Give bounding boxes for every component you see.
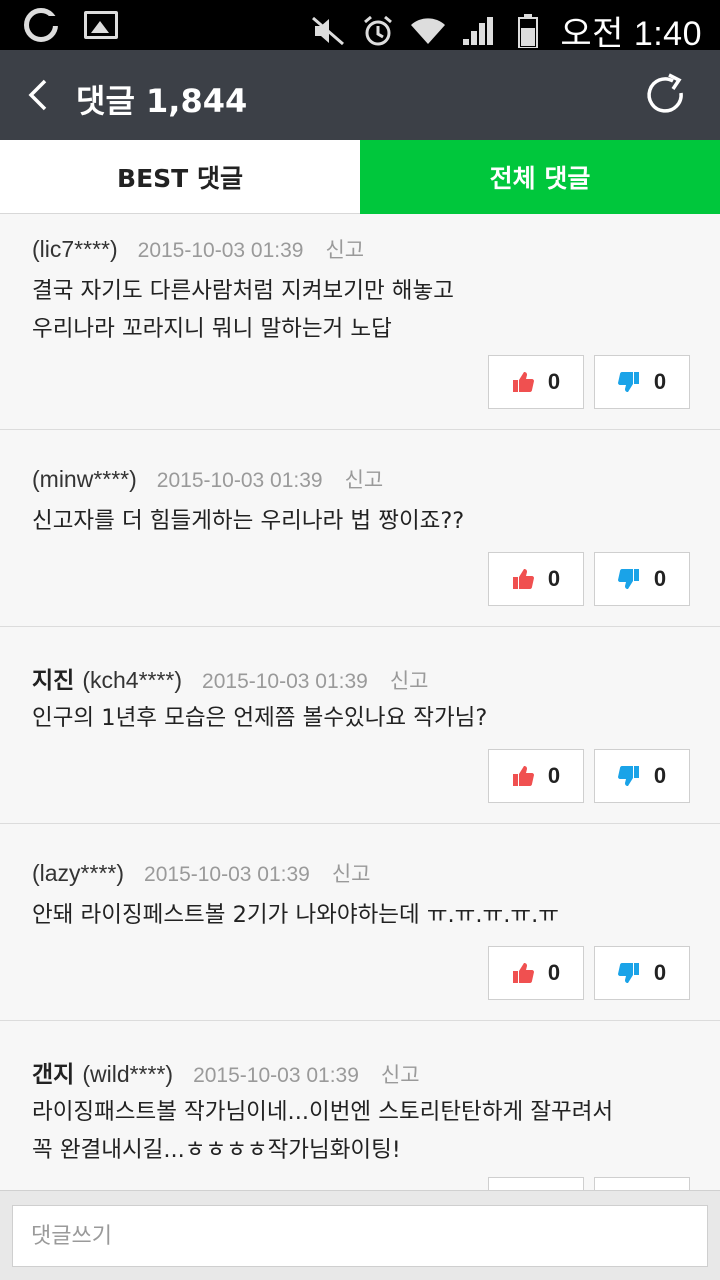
comment-body: 안돼 라이징페스트볼 2기가 나와야하는데 ㅠ.ㅠ.ㅠ.ㅠ.ㅠ: [32, 902, 559, 928]
comment-body: 신고자를 더 힘들게하는 우리나라 법 짱이죠??: [32, 508, 465, 534]
thumbs-down-icon: [617, 963, 639, 983]
thumbs-up-icon: [512, 372, 534, 392]
dislike-button[interactable]: [594, 1177, 690, 1190]
refresh-button[interactable]: [638, 68, 694, 124]
thumbs-down-icon: [617, 766, 639, 786]
comment-nickname: 지진: [32, 668, 75, 694]
dislike-count: 0: [653, 566, 667, 591]
dislike-count: 0: [653, 369, 667, 394]
mute-icon: [310, 13, 346, 49]
comment-item: 갠지 (wild****) 2015-10-03 01:39 신고 라이징패스트…: [0, 1021, 720, 1190]
comment-compose-bar: [0, 1190, 720, 1280]
tab-all-comments[interactable]: 전체 댓글: [360, 140, 720, 214]
comment-date: 2015-10-03 01:39: [193, 1064, 359, 1087]
report-link[interactable]: 신고: [390, 665, 429, 695]
clock: 오전 1:40: [560, 15, 702, 53]
comment-list[interactable]: (lic7****) 2015-10-03 01:39 신고 결국 자기도 다른…: [0, 214, 720, 1190]
notification-o-icon: [24, 8, 59, 42]
comment-date: 2015-10-03 01:39: [144, 863, 310, 886]
dislike-button[interactable]: 0: [594, 552, 690, 606]
wifi-icon: [410, 13, 446, 49]
comment-body: 결국 자기도 다른사람처럼 지켜보기만 해놓고 우리나라 꼬라지니 뭐니 말하는…: [32, 278, 454, 342]
dislike-button[interactable]: 0: [594, 355, 690, 409]
dislike-button[interactable]: 0: [594, 946, 690, 1000]
thumbs-down-icon: [617, 569, 639, 589]
comment-item: 지진 (kch4****) 2015-10-03 01:39 신고 인구의 1년…: [0, 627, 720, 824]
like-count: 0: [547, 763, 561, 788]
battery-icon: [510, 13, 546, 49]
gallery-icon: [84, 11, 118, 39]
like-count: 0: [547, 566, 561, 591]
comment-body: 라이징패스트볼 작가님이네...이번엔 스토리탄탄하게 잘꾸려서 꼭 완결내시길…: [32, 1099, 614, 1163]
comment-date: 2015-10-03 01:39: [137, 239, 304, 262]
comment-user-id: (lazy****): [32, 860, 125, 886]
alarm-icon: [360, 13, 396, 49]
comment-date: 2015-10-03 01:39: [202, 670, 368, 693]
like-button[interactable]: [488, 1177, 584, 1190]
comment-input[interactable]: [12, 1205, 708, 1267]
back-chevron-icon: [28, 79, 47, 111]
comment-item: (minw****) 2015-10-03 01:39 신고 신고자를 더 힘들…: [0, 430, 720, 627]
dislike-count: 0: [653, 960, 667, 985]
like-count: 0: [547, 960, 561, 985]
refresh-icon: [647, 73, 683, 113]
thumbs-up-icon: [512, 569, 534, 589]
dislike-button[interactable]: 0: [594, 749, 690, 803]
back-button[interactable]: [8, 65, 68, 125]
comment-tabs: BEST 댓글 전체 댓글: [0, 140, 720, 214]
comment-date: 2015-10-03 01:39: [156, 469, 323, 492]
like-button[interactable]: 0: [488, 946, 584, 1000]
like-button[interactable]: 0: [488, 552, 584, 606]
comment-body: 인구의 1년후 모습은 언제쯤 볼수있나요 작가님?: [32, 705, 488, 731]
comment-item: (lic7****) 2015-10-03 01:39 신고 결국 자기도 다른…: [0, 214, 720, 430]
tab-best-comments[interactable]: BEST 댓글: [0, 140, 360, 214]
like-button[interactable]: 0: [488, 749, 584, 803]
comment-user-id: (kch4****): [82, 667, 183, 693]
page-title: 댓글 1,844: [76, 82, 248, 120]
report-link[interactable]: 신고: [325, 234, 364, 264]
like-count: 0: [547, 369, 561, 394]
comment-item: (lazy****) 2015-10-03 01:39 신고 안돼 라이징페스트…: [0, 824, 720, 1021]
comment-user-id: (minw****): [32, 466, 137, 492]
status-bar: 오전 1:40: [0, 0, 720, 53]
signal-icon: [460, 13, 496, 49]
report-link[interactable]: 신고: [345, 464, 384, 494]
thumbs-down-icon: [617, 372, 639, 392]
app-header: 댓글 1,844: [0, 50, 720, 140]
dislike-count: 0: [653, 763, 667, 788]
report-link[interactable]: 신고: [332, 858, 371, 888]
report-link[interactable]: 신고: [381, 1059, 420, 1089]
comment-user-id: (wild****): [82, 1061, 174, 1087]
comment-user-id: (lic7****): [32, 236, 118, 262]
thumbs-up-icon: [512, 766, 534, 786]
thumbs-up-icon: [512, 963, 534, 983]
like-button[interactable]: 0: [488, 355, 584, 409]
comment-nickname: 갠지: [32, 1062, 75, 1088]
